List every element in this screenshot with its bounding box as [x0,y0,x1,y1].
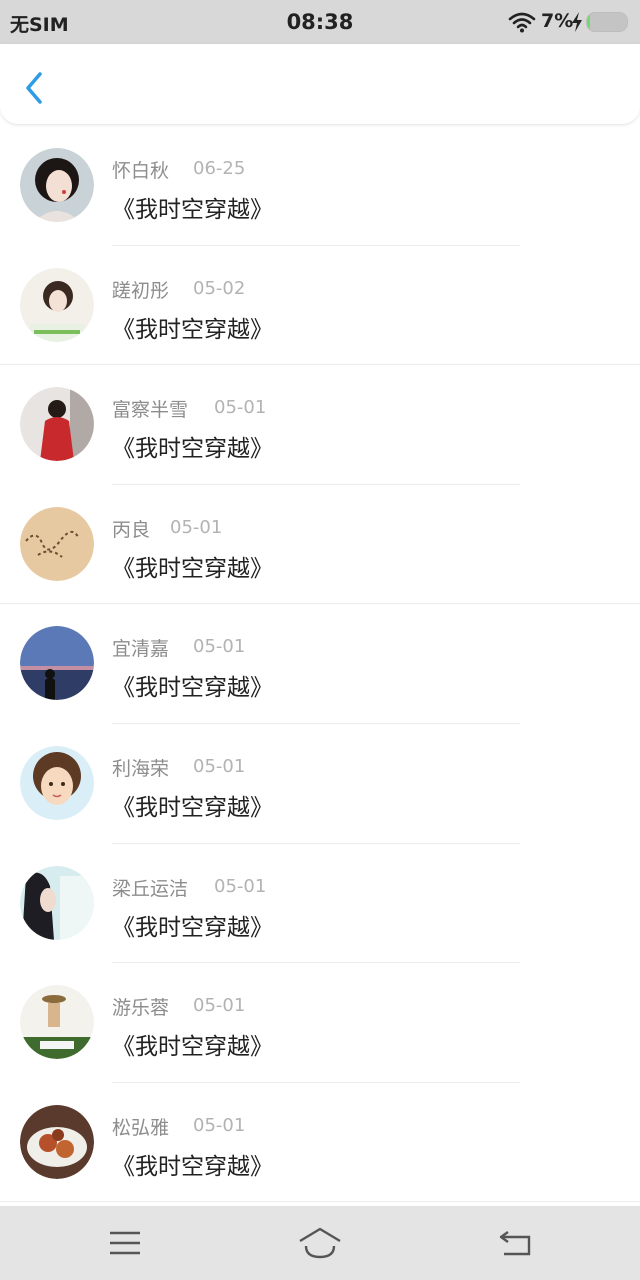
avatar [20,626,94,701]
user-name: 梁丘运洁 [112,877,189,900]
post-date: 05-01 [214,397,267,419]
list-item[interactable]: 富察半雪 05-01 《我时空穿越》 [0,365,640,485]
avatar [20,387,94,462]
list-item[interactable]: 宜清嘉 05-01 《我时空穿越》 [0,604,640,724]
avatar [20,148,94,222]
list-item[interactable]: 松弘雅 05-01 《我时空穿越》 [0,1083,640,1203]
list-item[interactable]: 怀白秋 06-25 《我时空穿越》 [0,126,640,246]
message-list: 怀白秋 06-25 《我时空穿越》 蹉初彤 05-02 《我时空穿越》 富察半雪 05-01 《… [0,126,640,1203]
post-date: 05-02 [193,277,246,299]
post-date: 05-01 [214,875,267,897]
list-item[interactable]: 利海荣 05-01 《我时空穿越》 [0,724,640,844]
post-date: 05-01 [193,995,246,1017]
post-date: 06-25 [193,158,246,179]
post-date: 05-01 [193,1114,246,1136]
user-name: 怀白秋 [112,160,170,182]
back-button[interactable] [18,68,52,108]
avatar [20,267,94,342]
divider [0,1201,640,1203]
post-date: 05-01 [170,516,223,538]
book-title: 《我时空穿越》 [112,316,273,343]
book-title: 《我时空穿越》 [112,794,273,821]
user-name: 宜清嘉 [112,638,170,661]
battery-percent: 7% [541,10,574,32]
wifi-icon [508,12,536,33]
book-title: 《我时空穿越》 [112,197,273,223]
avatar [20,745,94,820]
list-item[interactable]: 游乐蓉 05-01 《我时空穿越》 [0,963,640,1083]
book-title: 《我时空穿越》 [112,1034,273,1061]
list-item[interactable]: 梁丘运洁 05-01 《我时空穿越》 [0,844,640,964]
user-name: 丙良 [112,518,151,541]
user-name: 利海荣 [112,757,170,780]
book-title: 《我时空穿越》 [112,914,273,941]
user-name: 蹉初彤 [112,279,170,302]
battery-icon [586,12,628,32]
battery-fill [587,13,590,31]
menu-icon[interactable] [108,1224,142,1262]
charging-icon [572,12,582,32]
book-title: 《我时空穿越》 [112,1153,273,1180]
user-name: 松弘雅 [112,1116,170,1139]
avatar [20,985,94,1060]
book-title: 《我时空穿越》 [112,436,273,463]
back-icon[interactable] [498,1224,532,1262]
chevron-left-icon [26,72,42,104]
list-item[interactable]: 蹉初彤 05-02 《我时空穿越》 [0,246,640,366]
list-item[interactable]: 丙良 05-01 《我时空穿越》 [0,485,640,605]
avatar [20,1104,94,1179]
book-title: 《我时空穿越》 [112,555,273,582]
avatar [20,506,94,581]
avatar [20,865,94,940]
status-bar: 无SIM 08:38 7% [0,0,640,44]
post-date: 05-01 [193,636,246,658]
user-name: 游乐蓉 [112,997,170,1020]
top-app-bar [0,44,640,124]
post-date: 05-01 [193,755,246,777]
book-title: 《我时空穿越》 [112,675,273,702]
user-name: 富察半雪 [112,399,189,422]
home-icon[interactable] [298,1224,342,1262]
system-nav-bar [0,1206,640,1280]
